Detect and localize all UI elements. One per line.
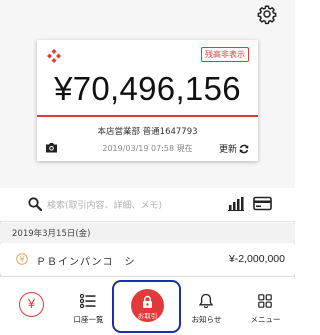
coin-icon: ¥: [16, 253, 28, 265]
list-icon: [80, 294, 96, 308]
search-bar[interactable]: 検索(取引内容、詳細、メモ): [0, 188, 295, 222]
tab-transactions[interactable]: お取引: [131, 289, 164, 322]
search-input[interactable]: 検索(取引内容、詳細、メモ): [47, 198, 162, 211]
date-header: 2019年3月15日(金): [0, 223, 295, 243]
lock-icon: [143, 295, 152, 308]
tab-notices-label: お知らせ: [191, 315, 222, 324]
tab-transactions-label: お取引: [137, 312, 158, 320]
credit-card-icon[interactable]: [253, 196, 272, 211]
search-icon: [28, 197, 42, 211]
bell-icon: [199, 293, 213, 309]
bank-logo-icon: [47, 49, 61, 63]
balance-amount: ¥70,496,156: [54, 70, 241, 107]
hide-balance-button[interactable]: 残高非表示: [201, 47, 249, 62]
grid-icon: [258, 294, 272, 308]
account-info: 本店営業部 普通1647793: [97, 127, 198, 137]
refresh-label: 更新: [218, 145, 237, 155]
gear-icon[interactable]: [256, 3, 278, 25]
tab-notices[interactable]: お知らせ: [177, 277, 236, 335]
svg-text:¥: ¥: [19, 255, 24, 264]
divider: [37, 115, 258, 117]
tab-accounts-label: 口座一覧: [73, 315, 104, 324]
top-area: 残高非表示 ¥70,496,156 本店営業部 普通1647793 2019/0…: [0, 0, 295, 188]
tab-menu-label: メニュー: [250, 315, 281, 324]
yen-icon[interactable]: ¥: [19, 292, 44, 317]
transaction-amount: ¥-2,000,000: [228, 253, 285, 265]
transaction-row[interactable]: ¥ ＰＢインパンコ シ ¥-2,000,000: [0, 244, 295, 274]
tab-menu[interactable]: メニュー: [236, 277, 295, 335]
camera-icon[interactable]: [45, 142, 58, 153]
tab-accounts[interactable]: 口座一覧: [59, 277, 118, 335]
bar-chart-icon[interactable]: [228, 196, 244, 211]
transaction-name: ＰＢインパンコ シ: [36, 257, 136, 268]
refresh-button[interactable]: 更新: [219, 142, 249, 155]
balance-card: 残高非表示 ¥70,496,156 本店営業部 普通1647793 2019/0…: [37, 40, 258, 161]
refresh-icon: [239, 144, 249, 153]
